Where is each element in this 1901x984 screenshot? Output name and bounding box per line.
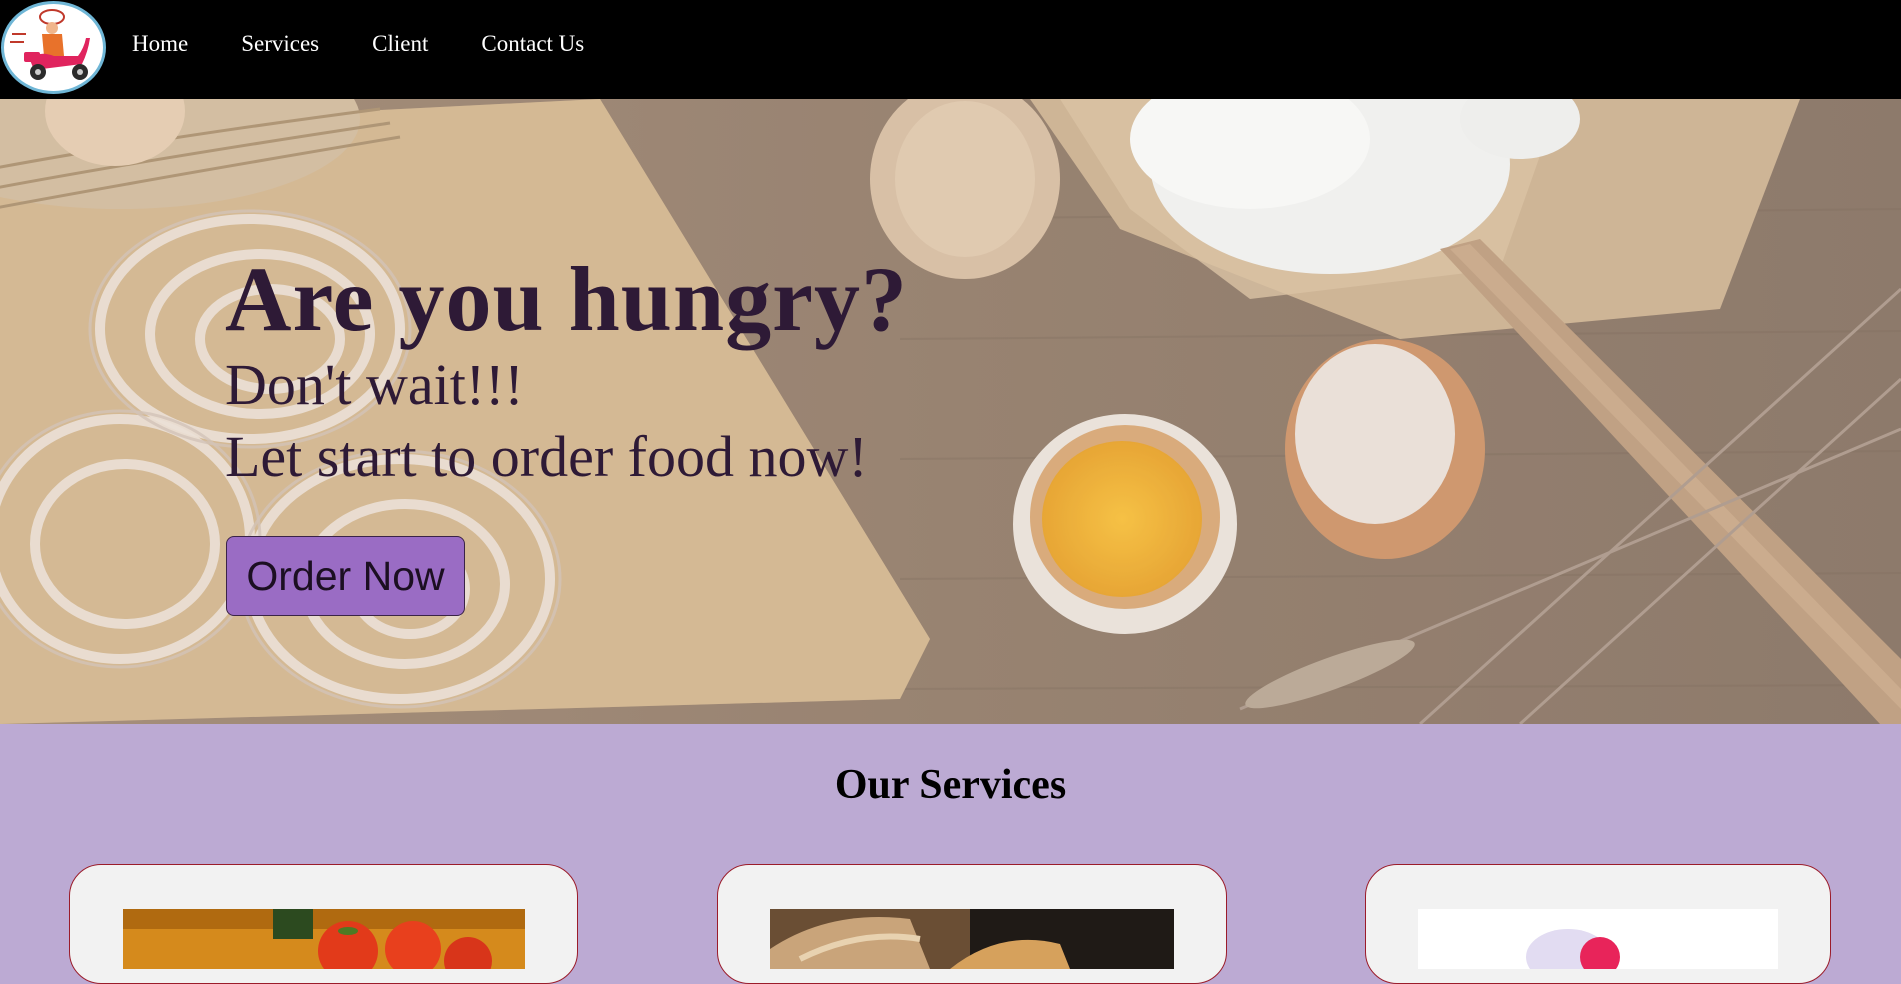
services-section: Our Services — [0, 724, 1901, 984]
hero-tagline: Let start to order food now! — [225, 424, 868, 489]
scooter-logo-icon — [10, 9, 90, 80]
service-card-1[interactable] — [69, 864, 578, 984]
main-nav: Home Services Client Contact Us — [132, 29, 637, 59]
logo[interactable] — [1, 1, 106, 94]
nav-services[interactable]: Services — [241, 29, 319, 59]
order-now-button[interactable]: Order Now — [226, 536, 465, 616]
service-card-2[interactable] — [717, 864, 1227, 984]
navbar: Home Services Client Contact Us — [0, 0, 1901, 99]
hero-title: Are you hungry? — [225, 248, 908, 350]
bread-image — [770, 909, 1174, 969]
nav-home[interactable]: Home — [132, 29, 188, 59]
service-card-3[interactable] — [1365, 864, 1831, 984]
nav-contact-us[interactable]: Contact Us — [481, 29, 584, 59]
tomatoes-image — [123, 909, 525, 969]
services-title: Our Services — [834, 762, 1067, 808]
hero-section: Are you hungry? Don't wait!!! Let start … — [0, 99, 1901, 724]
hero-text: Are you hungry? Don't wait!!! Let start … — [225, 249, 908, 493]
hero-subtitle: Don't wait!!! — [225, 352, 524, 417]
nav-client[interactable]: Client — [372, 29, 428, 59]
delivery-illustration-image — [1418, 909, 1778, 969]
